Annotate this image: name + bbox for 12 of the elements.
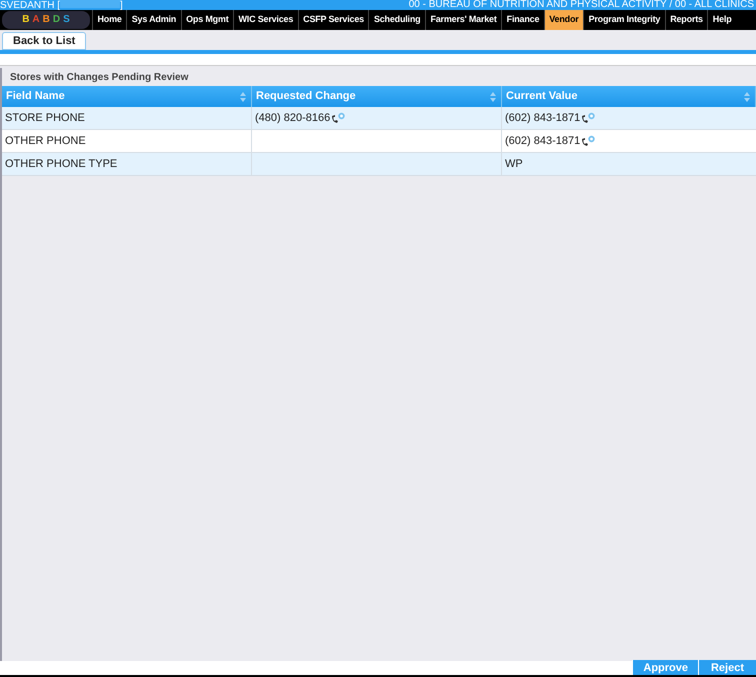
table-cell: (602) 843-1871	[502, 130, 756, 152]
table-cell-text: WP	[504, 156, 524, 172]
section-title: Stores with Changes Pending Review	[9, 70, 190, 84]
user-name: SVEDANTH [ ]	[0, 0, 123, 10]
phone-call-icon[interactable]	[581, 135, 596, 147]
back-to-list-button[interactable]: Back to List	[2, 32, 86, 50]
table-cell: (602) 843-1871	[502, 107, 756, 129]
phone-call-icon[interactable]	[581, 112, 596, 124]
nav-tab[interactable]: Vendor	[544, 10, 584, 30]
phone-call-icon[interactable]	[331, 112, 346, 124]
agency-title: 00 - BUREAU OF NUTRITION AND PHYSICAL ACTIVITY / 00 - ALL CLINICS	[408, 0, 755, 10]
hands-logo: B A B D S	[2, 11, 90, 29]
